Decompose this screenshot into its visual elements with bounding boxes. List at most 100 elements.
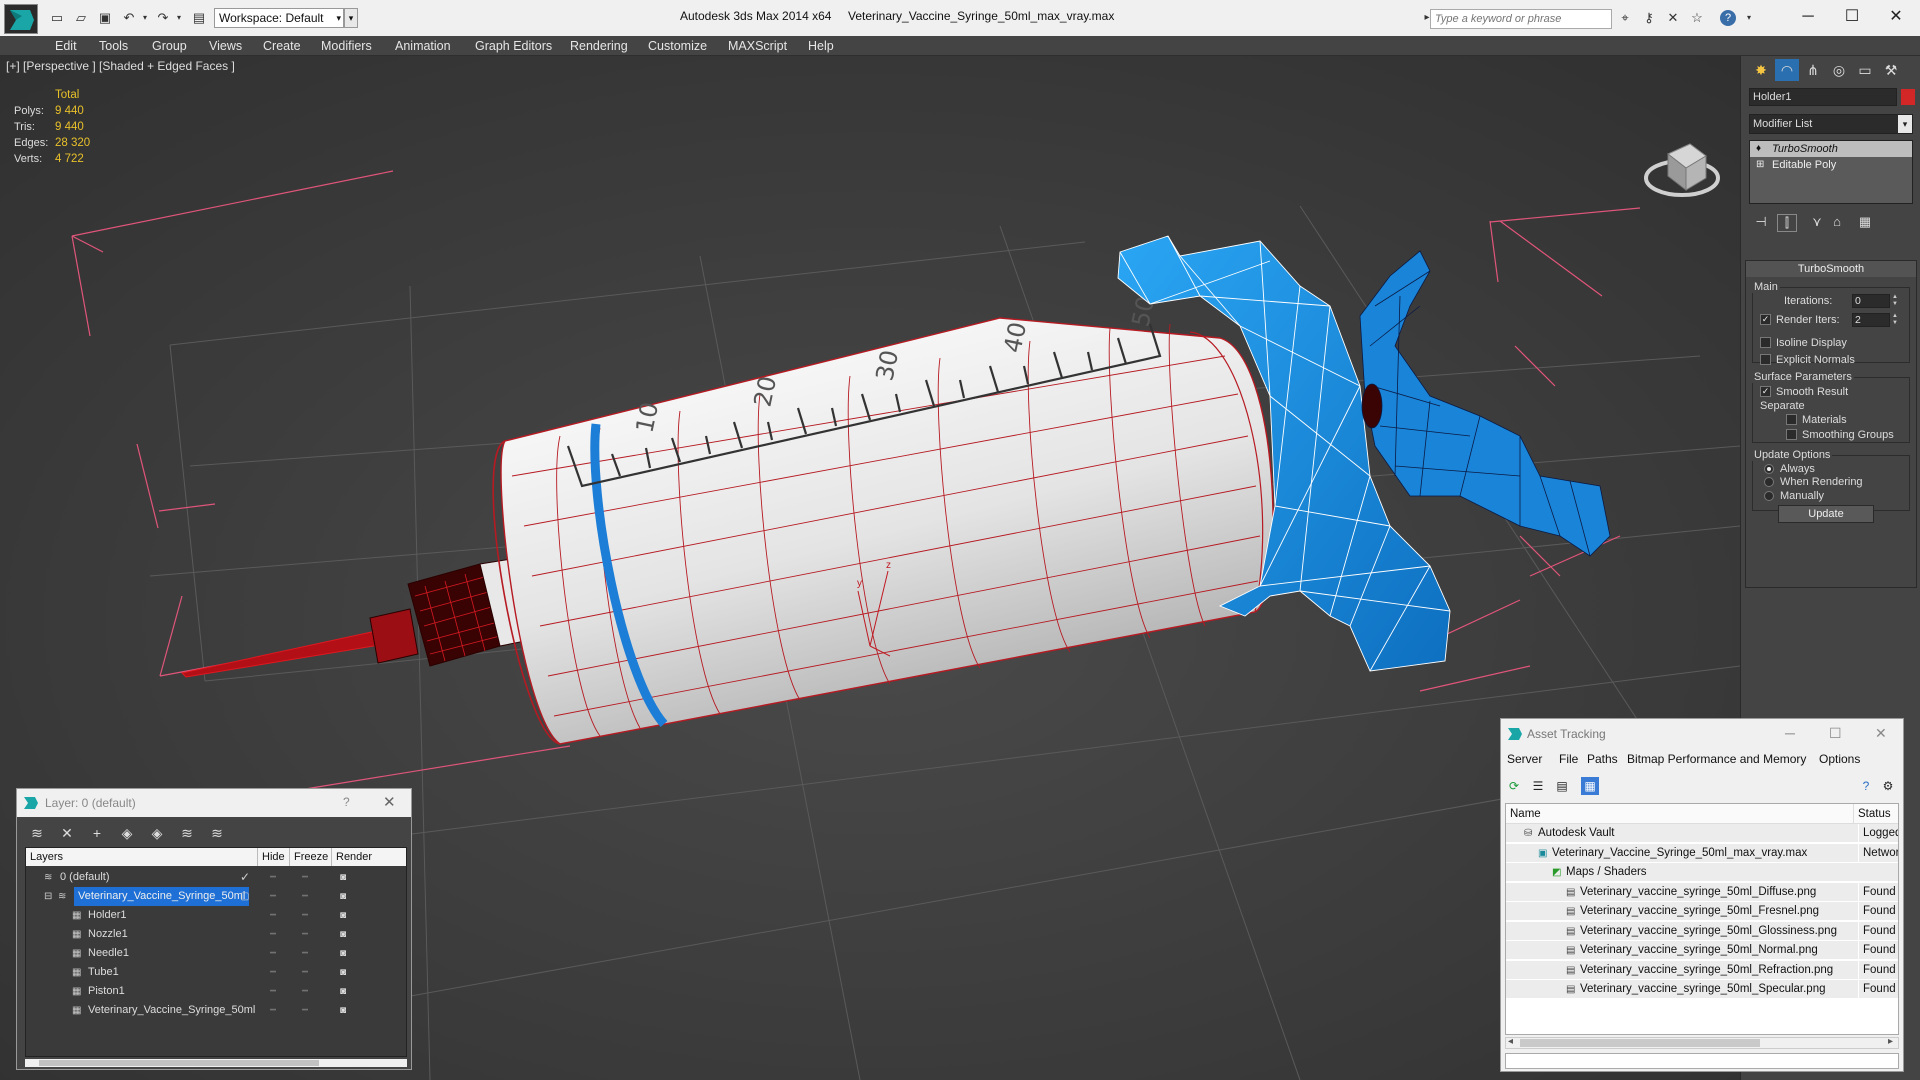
motion-tab-icon[interactable]: ◎: [1827, 59, 1851, 81]
pin-stack-icon[interactable]: ⊣: [1751, 214, 1771, 232]
app-menu-button[interactable]: [4, 4, 38, 34]
menu-edit[interactable]: Edit: [55, 36, 77, 56]
asset-row[interactable]: ▤ Veterinary_vaccine_syringe_50ml_Fresnel…: [1506, 902, 1898, 921]
help-icon[interactable]: ?: [343, 795, 350, 809]
asset-horizontal-scrollbar[interactable]: ◂ ▸: [1505, 1036, 1899, 1049]
select-objects-icon[interactable]: ◈: [117, 823, 137, 843]
layer-row[interactable]: ▦ Needle1 ┅ ┅ ◙: [26, 944, 406, 963]
workspace-select[interactable]: Workspace: Default ▾: [214, 8, 344, 28]
highlight-layer-icon[interactable]: ◈: [147, 823, 167, 843]
layer-row[interactable]: ▦ Piston1 ┅ ┅ ◙: [26, 982, 406, 1001]
search-input[interactable]: [1430, 9, 1612, 29]
asset-row[interactable]: ◩ Maps / Shaders: [1506, 863, 1898, 882]
menu-views[interactable]: Views: [209, 36, 242, 56]
object-name-field[interactable]: Holder1: [1749, 88, 1897, 106]
scrollbar-thumb[interactable]: [39, 1060, 319, 1066]
layer-row[interactable]: ≋ ⊟ Veterinary_Vaccine_Syringe_50ml ▢ ┅ ┅ ◙: [26, 887, 406, 906]
table-view-icon[interactable]: ▤: [1553, 777, 1571, 795]
expand-icon[interactable]: ⊞: [1756, 157, 1764, 173]
render-teapot-icon[interactable]: ◙: [340, 906, 346, 925]
set-active-icon[interactable]: ▢: [240, 887, 249, 906]
binoculars-icon[interactable]: ⌖: [1616, 10, 1634, 26]
isoline-display-checkbox[interactable]: [1760, 337, 1771, 348]
project-folder-icon[interactable]: ▤: [190, 10, 208, 26]
hide-toggle[interactable]: ┅: [270, 906, 276, 925]
open-folder-icon[interactable]: ▱: [72, 10, 90, 26]
exchange-icon[interactable]: ✕: [1664, 10, 1682, 26]
hide-toggle[interactable]: ┅: [270, 963, 276, 982]
update-button[interactable]: Update: [1778, 505, 1874, 523]
menu-group[interactable]: Group: [152, 36, 187, 56]
col-layers[interactable]: Layers: [26, 848, 258, 866]
maximize-button[interactable]: ☐: [1832, 4, 1872, 30]
menu-animation[interactable]: Animation: [395, 36, 451, 56]
hierarchy-tab-icon[interactable]: ⋔: [1801, 59, 1825, 81]
update-always-radio[interactable]: [1764, 464, 1774, 474]
freeze-toggle[interactable]: ┅: [302, 982, 308, 1001]
minimize-button[interactable]: ─: [1788, 4, 1828, 30]
col-hide[interactable]: Hide: [258, 848, 290, 866]
new-file-icon[interactable]: ▭: [48, 10, 66, 26]
render-teapot-icon[interactable]: ◙: [340, 944, 346, 963]
lightbulb-icon[interactable]: ♦: [1756, 141, 1761, 157]
layer-horizontal-scrollbar[interactable]: [25, 1059, 407, 1067]
asset-row[interactable]: ▤ Veterinary_vaccine_syringe_50ml_Refract…: [1506, 960, 1898, 980]
menu-options[interactable]: Options: [1819, 752, 1860, 766]
undo-dropdown-icon[interactable]: ▾: [136, 10, 154, 26]
menu-graph-editors[interactable]: Graph Editors: [475, 36, 552, 56]
menu-file[interactable]: File: [1559, 752, 1578, 766]
create-tab-icon[interactable]: ✸: [1749, 59, 1773, 81]
render-iters-checkbox[interactable]: ✓: [1760, 314, 1771, 325]
menu-rendering[interactable]: Rendering: [570, 36, 628, 56]
col-render[interactable]: Render: [332, 848, 376, 866]
help-icon[interactable]: ?: [1720, 10, 1736, 26]
freeze-toggle[interactable]: ┅: [302, 868, 308, 887]
help-dropdown-icon[interactable]: ▾: [1740, 10, 1758, 26]
layer-row[interactable]: ≋ 0 (default) ✓ ┅ ┅ ◙: [26, 868, 406, 887]
freeze-toggle[interactable]: ┅: [302, 944, 308, 963]
grid-view-icon[interactable]: ▦: [1581, 777, 1599, 795]
modifier-list-dropdown[interactable]: Modifier List ▾: [1749, 114, 1913, 134]
viewport-label[interactable]: [+] [Perspective ] [Shaded + Edged Faces…: [6, 59, 235, 73]
delete-layer-icon[interactable]: ✕: [57, 823, 77, 843]
freeze-toggle[interactable]: ┅: [302, 1001, 308, 1020]
iterations-spinner[interactable]: 0: [1852, 294, 1890, 308]
make-unique-icon[interactable]: ⋎: [1807, 214, 1827, 232]
key-icon[interactable]: ⚷: [1640, 10, 1658, 26]
menu-paths[interactable]: Paths: [1587, 752, 1618, 766]
settings-icon[interactable]: ⚙: [1879, 777, 1897, 795]
active-layer-check-icon[interactable]: ✓: [240, 868, 250, 887]
help-icon[interactable]: ?: [1857, 777, 1875, 795]
menu-tools[interactable]: Tools: [99, 36, 128, 56]
render-teapot-icon[interactable]: ◙: [340, 887, 346, 906]
asset-row[interactable]: ▤ Veterinary_vaccine_syringe_50ml_Specula…: [1506, 980, 1898, 999]
render-teapot-icon[interactable]: ◙: [340, 963, 346, 982]
smoothing-groups-checkbox[interactable]: [1786, 429, 1797, 440]
smooth-result-checkbox[interactable]: ✓: [1760, 386, 1771, 397]
freeze-toggle[interactable]: ┅: [302, 887, 308, 906]
render-teapot-icon[interactable]: ◙: [340, 925, 346, 944]
freeze-toggle[interactable]: ┅: [302, 963, 308, 982]
hide-toggle[interactable]: ┅: [270, 944, 276, 963]
col-name[interactable]: Name: [1506, 804, 1854, 824]
asset-row[interactable]: ▤ Veterinary_vaccine_syringe_50ml_Glossin…: [1506, 921, 1898, 941]
maximize-button[interactable]: ☐: [1829, 725, 1842, 742]
menu-bitmap-performance[interactable]: Bitmap Performance and Memory: [1627, 752, 1806, 766]
utilities-tab-icon[interactable]: ⚒: [1879, 59, 1903, 81]
modify-tab-icon[interactable]: ◠: [1775, 59, 1799, 81]
show-end-result-icon[interactable]: ⫿: [1777, 214, 1797, 232]
update-manually-radio[interactable]: [1764, 491, 1774, 501]
scrollbar-thumb[interactable]: [1520, 1039, 1760, 1047]
freeze-toggle[interactable]: ┅: [302, 925, 308, 944]
render-teapot-icon[interactable]: ◙: [340, 982, 346, 1001]
configure-sets-icon[interactable]: ▦: [1855, 214, 1875, 232]
update-when-rendering-radio[interactable]: [1764, 477, 1774, 487]
asset-row[interactable]: ▤ Veterinary_vaccine_syringe_50ml_Normal.…: [1506, 941, 1898, 960]
display-tab-icon[interactable]: ▭: [1853, 59, 1877, 81]
spinner-arrows-icon[interactable]: ▲ ▼: [1892, 294, 1900, 308]
list-view-icon[interactable]: ☰: [1529, 777, 1547, 795]
render-teapot-icon[interactable]: ◙: [340, 1001, 346, 1020]
col-freeze[interactable]: Freeze: [290, 848, 332, 866]
hide-toggle[interactable]: ┅: [270, 925, 276, 944]
layer-row[interactable]: ▦ Nozzle1 ┅ ┅ ◙: [26, 925, 406, 944]
